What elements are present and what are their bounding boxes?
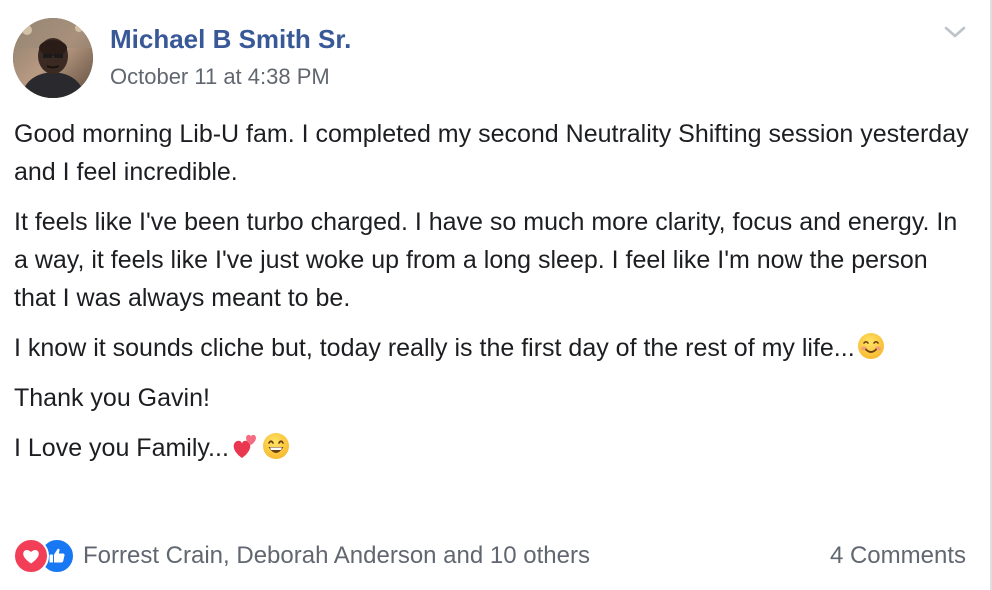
chevron-down-icon[interactable] [940,20,970,44]
reaction-summary[interactable]: Forrest Crain, Deborah Anderson and 10 o… [13,538,590,574]
post-card: Michael B Smith Sr. October 11 at 4:38 P… [0,0,992,590]
post-paragraph: I Love you Family... [14,429,974,467]
comments-count-link[interactable]: 4 Comments [830,542,966,570]
post-paragraph-text: I Love you Family... [14,434,229,462]
post-paragraph: Good morning Lib-U fam. I completed my s… [14,115,974,191]
post-paragraph: I know it sounds cliche but, today reall… [14,329,974,367]
post-paragraph: Thank you Gavin! [14,379,974,417]
post-paragraph-text: Thank you Gavin! [14,384,210,412]
post-timestamp-link[interactable]: October 11 at 4:38 PM [110,64,330,90]
love-reaction-icon[interactable] [13,538,49,574]
post-paragraph-text: Good morning Lib-U fam. I completed my s… [14,120,969,186]
reaction-names-link[interactable]: Forrest Crain, Deborah Anderson and 10 o… [83,542,590,570]
post-body: Good morning Lib-U fam. I completed my s… [14,115,974,479]
smiling-face-emoji [856,331,886,361]
two-hearts-emoji [230,431,260,461]
avatar[interactable] [13,18,93,98]
grinning-face-emoji [261,431,291,461]
post-paragraph-text: It feels like I've been turbo charged. I… [14,208,958,312]
post-paragraph: It feels like I've been turbo charged. I… [14,203,974,317]
author-name-link[interactable]: Michael B Smith Sr. [110,24,351,55]
post-paragraph-text: I know it sounds cliche but, today reall… [14,334,855,362]
